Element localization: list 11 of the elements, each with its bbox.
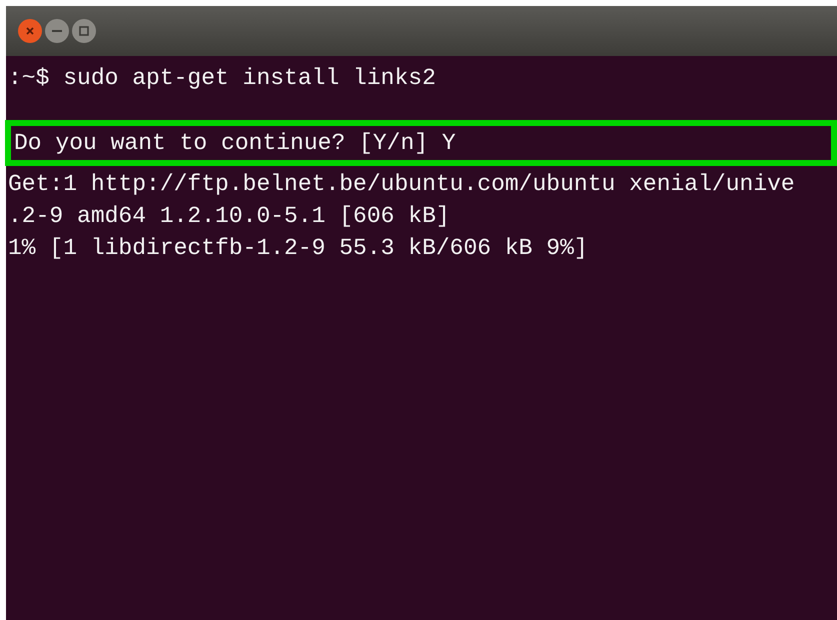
close-button[interactable] (18, 19, 42, 43)
terminal-line: :~$ sudo apt-get install links2 (7, 64, 437, 93)
maximize-icon (79, 26, 89, 36)
terminal-line: .2-9 amd64 1.2.10.0-5.1 [606 kB] (7, 202, 451, 231)
terminal-line: Get:1 http://ftp.belnet.be/ubuntu.com/ubuntu xenial/unive (7, 170, 796, 199)
maximize-button[interactable] (72, 19, 96, 43)
terminal-line: 1% [1 libdirectfb-1.2-9 55.3 kB/606 kB 9%] (7, 234, 589, 263)
minimize-icon (52, 30, 62, 32)
close-icon (25, 26, 35, 36)
minimize-button[interactable] (45, 19, 69, 43)
terminal-line: Do you want to continue? [Y/n] Y (13, 129, 457, 158)
